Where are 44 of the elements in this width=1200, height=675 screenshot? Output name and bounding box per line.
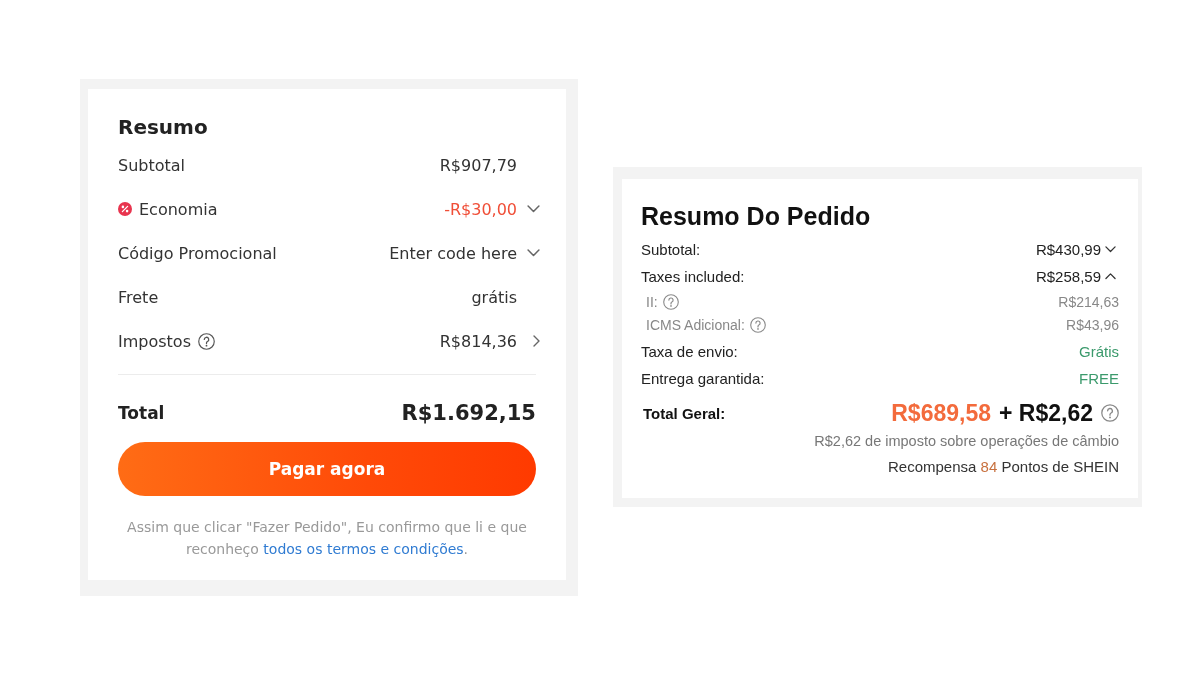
chevron-up-icon[interactable] <box>1105 273 1116 280</box>
tax-value: R$214,63 <box>1058 293 1119 310</box>
tax-label: II: <box>646 293 658 310</box>
row-value: Grátis <box>1079 343 1119 360</box>
chevron-down-icon[interactable] <box>527 249 540 257</box>
chevron-down-icon[interactable] <box>527 205 540 213</box>
help-icon[interactable] <box>662 293 679 310</box>
chevron-right-icon[interactable] <box>533 335 540 347</box>
row-label: Entrega garantida: <box>641 370 765 387</box>
row-label: Taxes included: <box>641 268 745 285</box>
row-value: grátis <box>471 287 517 307</box>
pay-button[interactable]: Pagar agora <box>118 442 536 496</box>
row-label: Código Promocional <box>118 243 277 263</box>
total-label: Total Geral: <box>642 404 726 422</box>
row-value: -R$30,00 <box>444 199 517 219</box>
row-value: R$814,36 <box>439 331 517 351</box>
tax-value: R$43,96 <box>1066 316 1119 333</box>
tax-label: ICMS Adicional: <box>646 316 745 333</box>
summary-title: Resumo Do Pedido <box>641 201 872 231</box>
row-value: FREE <box>1079 370 1119 387</box>
help-icon[interactable] <box>749 316 766 333</box>
total-label: Total <box>118 403 165 423</box>
chevron-down-icon[interactable] <box>1105 246 1116 253</box>
row-value: R$430,99 <box>1035 241 1101 258</box>
row-label: Subtotal <box>118 155 186 175</box>
terms-notice: Assim que clicar "Fazer Pedido", Eu confirmo que li e que reconheço todos os termos e condições. <box>126 518 528 559</box>
exchange-tax-amount: + R$2,62 <box>999 399 1093 427</box>
row-label: Impostos <box>118 331 191 351</box>
percent-badge-icon <box>118 202 132 216</box>
row-value: Enter code here <box>389 243 517 263</box>
row-value: R$907,79 <box>439 155 517 175</box>
total-value: R$1.692,15 <box>401 401 536 425</box>
summary-title: Resumo <box>118 114 209 141</box>
row-label: Frete <box>118 287 159 307</box>
row-value: R$258,59 <box>1035 268 1101 285</box>
help-icon[interactable] <box>1101 404 1119 422</box>
total-amount: R$689,58 <box>891 399 991 427</box>
row-label: Subtotal: <box>641 241 701 258</box>
help-icon[interactable] <box>198 332 215 350</box>
reward-points-text: Recompensa 84 Pontos de SHEIN <box>887 457 1119 477</box>
row-label: Taxa de envio: <box>641 343 738 360</box>
row-label: Economia <box>139 199 218 219</box>
terms-link[interactable]: todos os termos e condições <box>263 541 464 557</box>
exchange-tax-note: R$2,62 de imposto sobre operações de câmbio <box>813 432 1119 451</box>
